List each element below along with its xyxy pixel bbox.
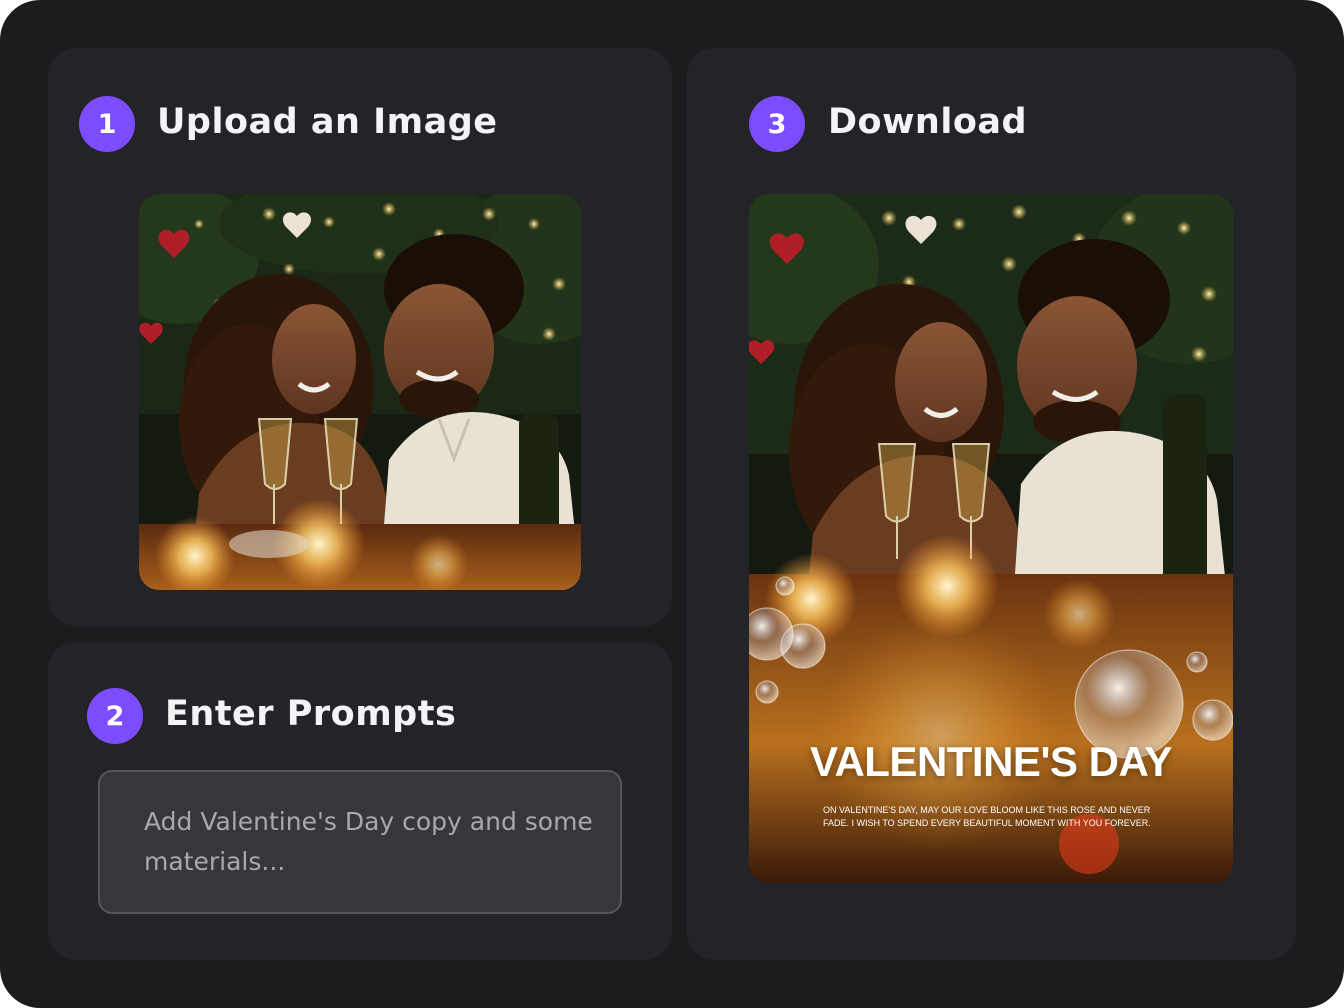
generated-poster[interactable]: VALENTINE'S DAY ON VALENTINE'S DAY, MAY … bbox=[749, 194, 1233, 883]
step-3-badge: 3 bbox=[749, 96, 805, 152]
upload-title: Upload an Image bbox=[157, 102, 498, 142]
prompt-placeholder: Add Valentine's Day copy and some materi… bbox=[144, 807, 593, 876]
app-frame: 1 Upload an Image 2 Enter Prompts Add Va… bbox=[0, 0, 1344, 1008]
poster-title: VALENTINE'S DAY bbox=[810, 738, 1172, 785]
step-1-badge: 1 bbox=[79, 96, 135, 152]
poster-subtitle: ON VALENTINE'S DAY, MAY OUR LOVE BLOOM L… bbox=[823, 805, 1151, 828]
download-title: Download bbox=[828, 102, 1028, 142]
uploaded-image[interactable] bbox=[139, 194, 581, 590]
step-2-badge: 2 bbox=[87, 688, 143, 744]
couple-photo-illustration bbox=[139, 194, 581, 590]
prompt-title: Enter Prompts bbox=[165, 694, 457, 734]
prompt-input[interactable]: Add Valentine's Day copy and some materi… bbox=[98, 770, 622, 914]
